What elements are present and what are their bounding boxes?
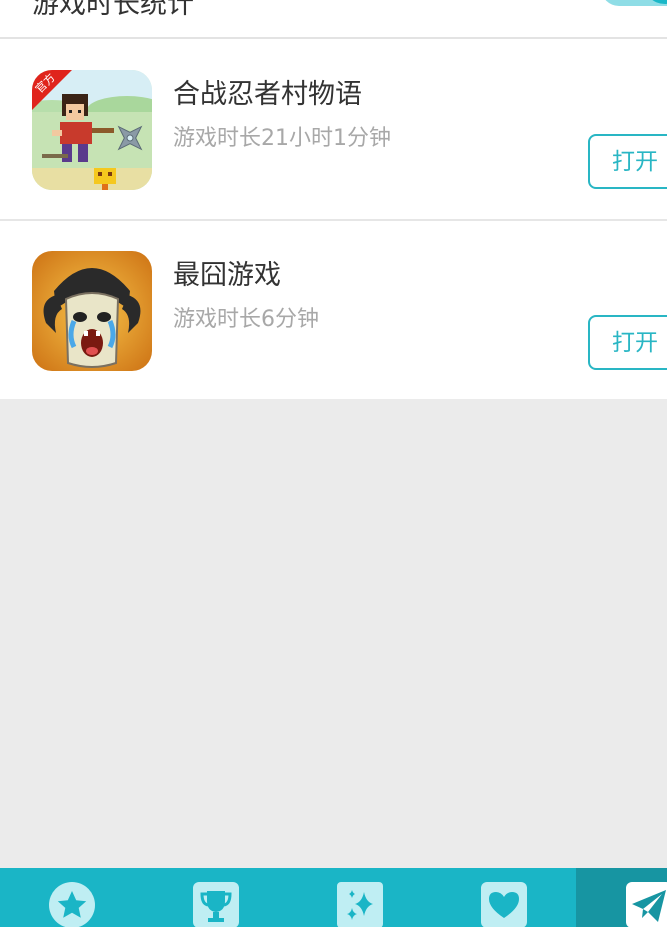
open-game-button[interactable]: 打开	[588, 134, 667, 189]
game-playtime: 游戏时长6分钟	[173, 307, 319, 332]
ninja-village-game-icon[interactable]: 官方	[32, 70, 152, 190]
tab-share[interactable]	[576, 868, 667, 927]
crying-face-game-icon[interactable]	[32, 251, 152, 371]
trophy-icon	[193, 882, 239, 927]
tab-featured[interactable]	[288, 868, 432, 927]
list-item-game-2[interactable]: 最囧游戏 游戏时长6分钟 打开	[0, 219, 667, 399]
game-name: 合战忍者村物语	[173, 79, 362, 110]
game-playtime: 游戏时长21小时1分钟	[173, 126, 391, 151]
tab-likes[interactable]	[432, 868, 576, 927]
game-name: 最囧游戏	[173, 260, 281, 291]
sparkle-icon	[337, 882, 383, 927]
game-list: 官方 合战忍者村物语 游戏时长21小时1分钟 打开 最囧游戏 游戏时长6分钟 打…	[0, 39, 667, 399]
open-game-button[interactable]: 打开	[588, 315, 667, 370]
heart-icon	[481, 882, 527, 927]
tab-rankings[interactable]	[144, 868, 288, 927]
bottom-tab-bar	[0, 868, 667, 927]
star-icon	[49, 882, 95, 927]
list-item-game-1[interactable]: 官方 合战忍者村物语 游戏时长21小时1分钟 打开	[0, 39, 667, 219]
header-title: 游戏时长统计	[32, 0, 194, 20]
toggle-knob[interactable]	[643, 0, 667, 4]
stats-toggle[interactable]	[601, 0, 667, 6]
tab-favorites[interactable]	[0, 868, 144, 927]
stats-header: 游戏时长统计	[0, 0, 667, 39]
send-icon	[626, 882, 667, 927]
